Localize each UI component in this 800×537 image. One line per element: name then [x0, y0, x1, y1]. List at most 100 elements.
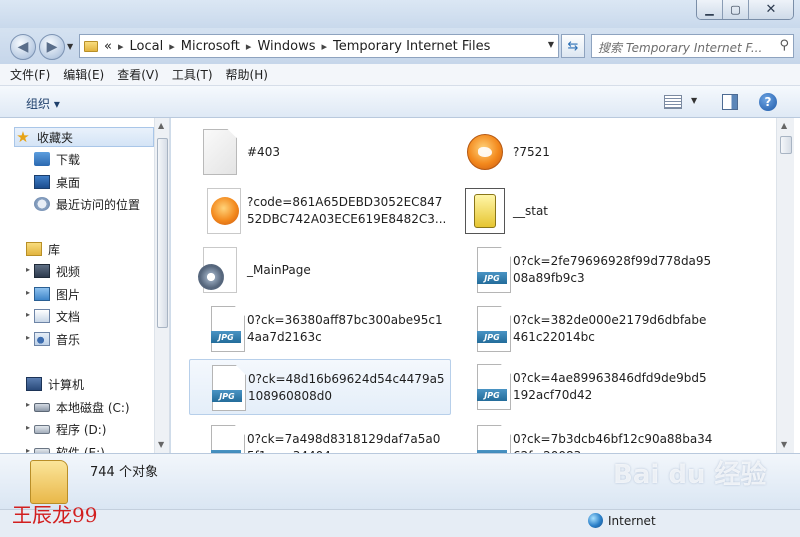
breadcrumb-separator[interactable]: ▸	[321, 40, 327, 53]
file-list-scrollbar[interactable]: ▲ ▼	[776, 118, 794, 453]
expand-icon[interactable]: ▸	[26, 288, 30, 297]
sidebar-item-desktop[interactable]: 桌面	[34, 172, 80, 192]
breadcrumb-windows[interactable]: Windows	[257, 39, 315, 54]
address-history-dropdown[interactable]: ▼	[548, 40, 554, 49]
sidebar-item-label: 库	[48, 242, 61, 257]
file-item[interactable]: #403	[189, 124, 451, 180]
script-file-icon	[465, 188, 505, 234]
file-item[interactable]: ?7521	[455, 124, 717, 180]
folder-icon	[30, 460, 68, 504]
sidebar-item-computer[interactable]: 计算机	[26, 374, 84, 394]
breadcrumb-separator[interactable]: ▸	[246, 40, 252, 53]
minimize-button[interactable]: ▁	[697, 0, 723, 19]
maximize-button[interactable]: ▢	[723, 0, 749, 19]
file-name: 0?ck=382de000e2179d6dbfabe461c22014bc	[513, 313, 707, 344]
file-item[interactable]: JPG 0?ck=36380aff87bc300abe95c14aa7d2163…	[189, 301, 451, 357]
scrollbar-thumb[interactable]	[157, 138, 168, 328]
file-name: ?code=861A65DEBD3052EC84752DBC742A03ECE6…	[247, 195, 447, 226]
menu-tools[interactable]: 工具(T)	[172, 66, 213, 83]
file-item[interactable]: _MainPage	[189, 242, 451, 298]
jpg-file-icon: JPG	[477, 425, 511, 453]
breadcrumb-microsoft[interactable]: Microsoft	[181, 39, 240, 54]
hard-drive-icon	[34, 424, 50, 434]
file-item[interactable]: JPG 0?ck=382de000e2179d6dbfabe461c22014b…	[455, 301, 717, 357]
expand-icon[interactable]: ▸	[26, 310, 30, 319]
sidebar-item-videos[interactable]: 视频	[34, 261, 80, 281]
change-view-icon[interactable]	[664, 95, 682, 109]
expand-icon[interactable]: ▸	[26, 446, 30, 453]
sidebar-item-favorites[interactable]: ★ 收藏夹	[14, 127, 154, 147]
sidebar-item-drive-d[interactable]: 程序 (D:)	[34, 419, 106, 439]
author-signature: 王辰龙99	[12, 503, 98, 527]
scroll-up-icon[interactable]: ▲	[781, 121, 787, 130]
scrollbar-thumb[interactable]	[780, 136, 792, 154]
breadcrumb-separator[interactable]: ▸	[169, 40, 175, 53]
file-name: _MainPage	[247, 262, 311, 277]
help-icon[interactable]: ?	[759, 93, 777, 111]
menu-bar: 文件(F) 编辑(E) 查看(V) 工具(T) 帮助(H)	[0, 64, 800, 86]
recent-pages-dropdown[interactable]: ▼	[67, 42, 73, 51]
sidebar-scrollbar[interactable]: ▲ ▼	[154, 118, 169, 453]
forward-button[interactable]: ▶	[39, 34, 65, 60]
jpg-file-icon: JPG	[477, 364, 511, 410]
address-overflow-icon[interactable]: «	[104, 39, 112, 54]
sidebar-item-label: 计算机	[48, 377, 85, 392]
menu-edit[interactable]: 编辑(E)	[63, 66, 104, 83]
scroll-down-icon[interactable]: ▼	[781, 440, 787, 449]
breadcrumb-temporary-internet-files[interactable]: Temporary Internet Files	[333, 39, 490, 54]
folder-icon	[84, 40, 98, 52]
sidebar-item-music[interactable]: 音乐	[34, 329, 80, 349]
sidebar-item-downloads[interactable]: 下载	[34, 149, 80, 169]
navigation-bar: ◀ ▶ ▼ « ▸ Local ▸ Microsoft ▸ Windows ▸ …	[0, 28, 800, 64]
menu-file[interactable]: 文件(F)	[10, 66, 50, 83]
sidebar-item-label: 程序 (D:)	[56, 422, 107, 437]
refresh-button[interactable]: ⇆	[561, 34, 585, 58]
expand-icon[interactable]: ▸	[26, 423, 30, 432]
sidebar-item-label: 音乐	[56, 332, 81, 347]
firefox-document-icon	[207, 188, 241, 234]
file-item[interactable]: JPG 0?ck=7a498d8318129daf7a5a05f1ee...34…	[189, 420, 451, 453]
sidebar-item-libraries[interactable]: 库	[26, 239, 60, 259]
zone-label: Internet	[608, 513, 656, 528]
desktop-icon	[34, 175, 50, 189]
search-input[interactable]: 搜索 Temporary Internet F... ⚲	[591, 34, 794, 58]
breadcrumb-separator[interactable]: ▸	[118, 40, 124, 53]
view-options-dropdown[interactable]: ▼	[691, 96, 697, 105]
title-bar: ▁ ▢ ✕	[0, 0, 800, 28]
file-item[interactable]: JPG 0?ck=2fe79696928f99d778da9508a89fb9c…	[455, 242, 717, 298]
globe-icon	[588, 513, 603, 528]
baidu-watermark: Bai du 经验	[613, 454, 767, 491]
sidebar-item-drive-c[interactable]: 本地磁盘 (C:)	[34, 397, 130, 417]
scroll-up-icon[interactable]: ▲	[158, 121, 164, 130]
menu-help[interactable]: 帮助(H)	[226, 66, 268, 83]
file-name: __stat	[513, 203, 549, 218]
sidebar-item-drive-e[interactable]: 软件 (E:)	[34, 442, 105, 453]
firefox-icon	[467, 134, 503, 170]
sidebar-item-label: 本地磁盘 (C:)	[56, 400, 130, 415]
scroll-down-icon[interactable]: ▼	[158, 440, 164, 449]
expand-icon[interactable]: ▸	[26, 265, 30, 274]
expand-icon[interactable]: ▸	[26, 333, 30, 342]
close-button[interactable]: ✕	[749, 0, 793, 19]
breadcrumb-local[interactable]: Local	[130, 39, 164, 54]
sidebar-item-documents[interactable]: 文档	[34, 306, 80, 326]
sidebar-item-recent-places[interactable]: 最近访问的位置	[34, 194, 140, 214]
file-item[interactable]: ?code=861A65DEBD3052EC84752DBC742A03ECE6…	[189, 183, 451, 239]
file-item[interactable]: JPG 0?ck=7b3dcb46bf12c90a88ba3462f...200…	[455, 420, 717, 453]
sidebar-item-label: 图片	[56, 287, 81, 302]
file-item[interactable]: __stat	[455, 183, 717, 239]
organize-button[interactable]: 组织 ▾	[26, 95, 60, 112]
sidebar-item-pictures[interactable]: 图片	[34, 284, 80, 304]
sidebar-item-label: 视频	[56, 264, 81, 279]
back-button[interactable]: ◀	[10, 34, 36, 60]
file-item[interactable]: JPG 0?ck=4ae89963846dfd9de9bd5192acf70d4…	[455, 359, 717, 415]
preview-pane-icon[interactable]	[722, 94, 738, 110]
expand-icon[interactable]: ▸	[26, 400, 30, 409]
menu-view[interactable]: 查看(V)	[117, 66, 159, 83]
file-item[interactable]: JPG 0?ck=48d16b69624d54c4479a5108960808d…	[189, 359, 451, 415]
forward-arrow-icon: ▶	[46, 39, 58, 55]
search-icon[interactable]: ⚲	[779, 38, 789, 53]
sidebar-item-label: 收藏夹	[37, 130, 74, 145]
address-bar[interactable]: « ▸ Local ▸ Microsoft ▸ Windows ▸ Tempor…	[79, 34, 559, 58]
status-bar: Internet	[0, 509, 800, 537]
